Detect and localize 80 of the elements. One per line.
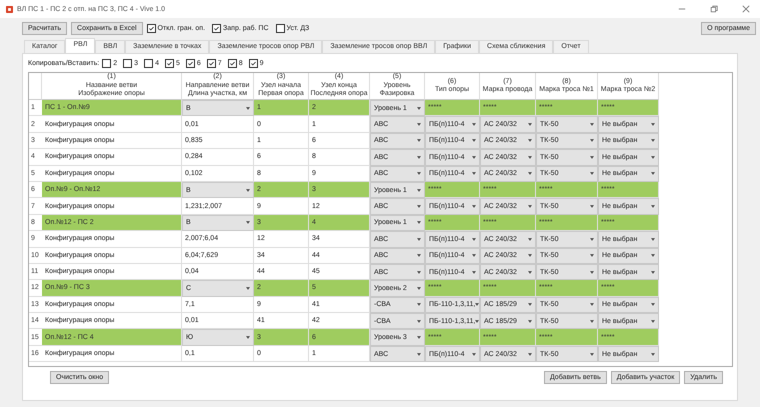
- caret-icon: [472, 238, 476, 241]
- caret-icon: [472, 205, 476, 208]
- caret-icon: [417, 188, 421, 192]
- caret-icon: [246, 188, 250, 192]
- caret-icon: [472, 270, 476, 274]
- caret-icon: [417, 303, 421, 306]
- app-icon: [6, 6, 13, 12]
- caret-icon: [651, 123, 655, 126]
- caret-icon: [590, 254, 594, 258]
- close-icon[interactable]: [742, 5, 750, 13]
- caret-icon: [590, 123, 594, 126]
- caret-icon: [651, 270, 655, 274]
- caret-icon: [417, 270, 421, 274]
- checkbox[interactable]: [102, 58, 112, 68]
- caret-icon: [651, 205, 655, 208]
- caret-icon: [590, 139, 594, 142]
- caret-icon: [417, 139, 421, 142]
- caret-icon: [246, 336, 250, 340]
- caret-icon: [246, 221, 250, 224]
- caret-icon: [528, 238, 532, 241]
- caret-icon: [472, 172, 476, 176]
- caret-icon: [651, 139, 655, 142]
- caret-icon: [472, 139, 476, 142]
- caret-icon: [528, 254, 532, 258]
- caret-icon: [528, 205, 532, 208]
- caret-icon: [651, 172, 655, 176]
- caret-icon: [590, 156, 594, 159]
- caret-icon: [590, 270, 594, 274]
- caret-icon: [590, 238, 594, 241]
- caret-icon: [528, 123, 532, 126]
- caret-icon: [651, 254, 655, 258]
- caret-icon: [651, 320, 655, 323]
- caret-icon: [417, 106, 421, 110]
- caret-icon: [590, 205, 594, 208]
- caret-icon: [417, 205, 421, 208]
- checkbox[interactable]: [206, 58, 216, 68]
- caret-icon: [417, 238, 421, 241]
- caret-icon: [246, 286, 250, 290]
- caret-icon: [417, 123, 421, 126]
- caret-icon: [590, 172, 594, 176]
- caret-icon: [590, 320, 594, 323]
- checkbox[interactable]: [123, 58, 132, 68]
- caret-icon: [417, 221, 421, 224]
- caret-icon: [417, 352, 421, 356]
- caret-icon: [417, 320, 421, 323]
- caret-icon: [417, 156, 421, 159]
- caret-icon: [475, 320, 479, 323]
- caret-icon: [417, 336, 421, 340]
- checkbox[interactable]: [248, 58, 258, 68]
- caret-icon: [528, 172, 532, 176]
- checkbox[interactable]: [164, 58, 174, 68]
- caret-icon: [651, 238, 655, 241]
- caret-icon: [472, 254, 476, 258]
- caret-icon: [651, 352, 655, 356]
- caret-icon: [651, 156, 655, 159]
- checkbox[interactable]: [146, 24, 156, 32]
- caret-icon: [528, 320, 532, 323]
- caret-icon: [246, 106, 250, 110]
- header-corner: [29, 73, 42, 100]
- caret-icon: [475, 303, 479, 306]
- caret-icon: [417, 286, 421, 290]
- caret-icon: [528, 139, 532, 142]
- caret-icon: [417, 172, 421, 176]
- checkbox[interactable]: [228, 58, 237, 68]
- checkbox[interactable]: [144, 58, 154, 68]
- caret-icon: [590, 352, 594, 356]
- restore-icon[interactable]: [710, 5, 718, 13]
- caret-icon: [651, 303, 655, 306]
- caret-icon: [472, 156, 476, 159]
- caret-icon: [528, 352, 532, 356]
- caret-icon: [417, 254, 421, 258]
- checkbox[interactable]: [186, 58, 195, 68]
- caret-icon: [528, 270, 532, 274]
- caret-icon: [472, 123, 476, 126]
- caret-icon: [528, 303, 532, 306]
- checkbox[interactable]: [212, 24, 222, 32]
- caret-icon: [590, 303, 594, 306]
- caret-icon: [472, 352, 476, 356]
- caret-icon: [528, 156, 532, 159]
- checkbox[interactable]: [276, 24, 285, 32]
